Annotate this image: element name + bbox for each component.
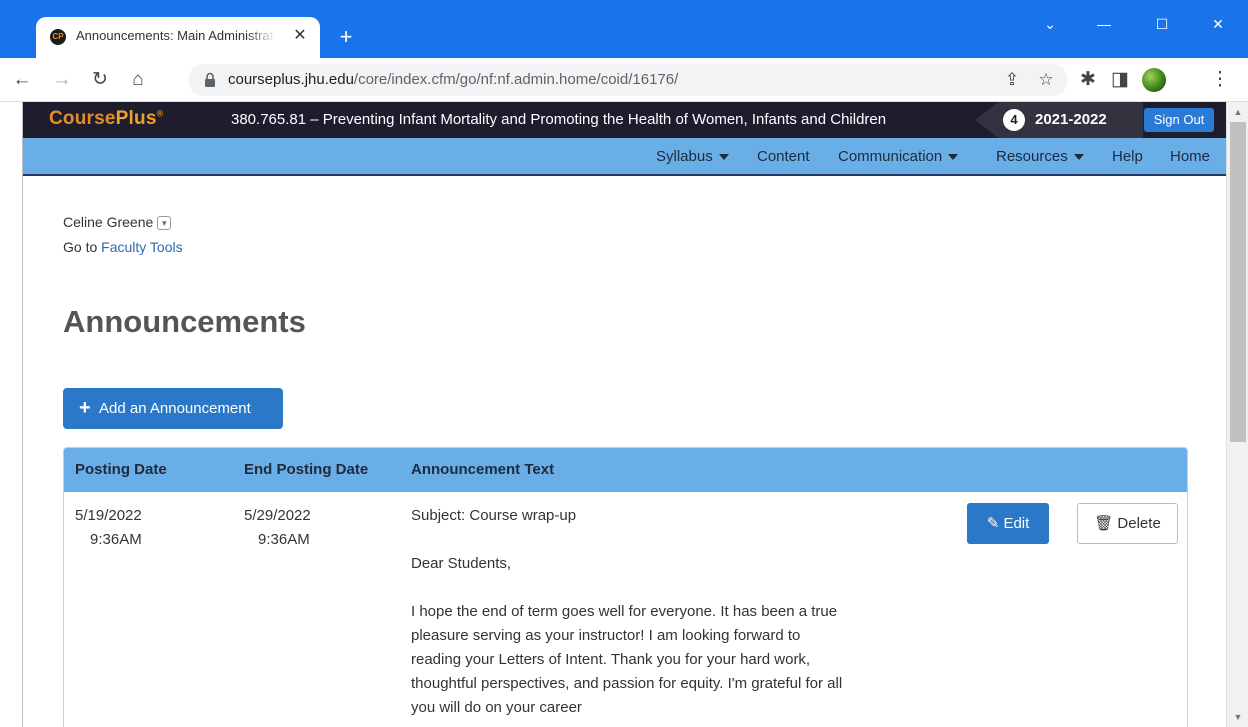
- term-year: 2021-2022: [1035, 111, 1107, 128]
- announcement-greeting: Dear Students,: [411, 555, 512, 572]
- scroll-up-icon[interactable]: ▲: [1227, 104, 1248, 120]
- trash-icon: 🗑: [1094, 515, 1114, 532]
- chevron-down-icon: [948, 154, 959, 161]
- home-icon[interactable]: ⌂: [126, 68, 150, 92]
- user-menu[interactable]: Celine Greene ▾: [63, 214, 172, 231]
- nav-home[interactable]: Home: [1170, 148, 1210, 165]
- side-panel-icon[interactable]: ◨: [1108, 68, 1132, 92]
- reload-icon[interactable]: ↻: [88, 68, 112, 92]
- new-tab-icon[interactable]: +: [334, 26, 358, 50]
- announcement-body: I hope the end of term goes well for eve…: [411, 603, 843, 716]
- nav-content[interactable]: Content: [757, 148, 810, 165]
- posting-time: 9:36AM: [90, 531, 142, 548]
- share-icon[interactable]: ⇪: [1000, 68, 1024, 92]
- course-title: 380.765.81 – Preventing Infant Mortality…: [231, 111, 887, 128]
- minimize-icon[interactable]: —: [1084, 12, 1124, 36]
- goto-line: Go to Faculty Tools: [63, 239, 183, 255]
- announcement-text: Subject: Course wrap-up Dear Students, I…: [411, 504, 851, 727]
- browser-tab[interactable]: CP Announcements: Main Administrat ✕: [36, 17, 320, 58]
- delete-button[interactable]: 🗑 Delete: [1077, 503, 1178, 544]
- announcements-table: Posting Date End Posting Date Announceme…: [63, 447, 1188, 727]
- omnibox[interactable]: courseplus.jhu.edu/core/index.cfm/go/nf:…: [188, 64, 1068, 96]
- site-header: CoursePlus® 380.765.81 – Preventing Infa…: [23, 102, 1226, 138]
- sign-out-button[interactable]: Sign Out: [1144, 108, 1214, 132]
- scrollbar-thumb[interactable]: [1230, 122, 1246, 442]
- term-number: 4: [1003, 109, 1025, 131]
- posting-date: 5/19/2022: [75, 507, 142, 524]
- tab-close-icon[interactable]: ✕: [290, 26, 310, 46]
- header-announcement-text: Announcement Text: [411, 461, 555, 478]
- close-window-icon[interactable]: ✕: [1198, 12, 1238, 36]
- extensions-icon[interactable]: ✱: [1076, 68, 1100, 92]
- address-bar: ← → ↻ ⌂ courseplus.jhu.edu/core/index.cf…: [0, 58, 1248, 102]
- browser-window: CP Announcements: Main Administrat ✕ + ⌄…: [0, 0, 1248, 727]
- menu-kebab-icon[interactable]: ⋮: [1208, 68, 1232, 92]
- table-header: Posting Date End Posting Date Announceme…: [64, 448, 1187, 492]
- nav-help[interactable]: Help: [1112, 148, 1143, 165]
- tab-bar: CP Announcements: Main Administrat ✕ + ⌄…: [0, 0, 1248, 58]
- page-title: Announcements: [63, 304, 306, 339]
- header-end-posting-date: End Posting Date: [244, 461, 369, 478]
- lock-icon: [205, 72, 215, 87]
- page-viewport: CoursePlus® 380.765.81 – Preventing Infa…: [22, 102, 1226, 727]
- courseplus-logo[interactable]: CoursePlus®: [49, 108, 163, 130]
- tab-title: Announcements: Main Administrat: [76, 28, 274, 43]
- profile-avatar-icon[interactable]: [1142, 68, 1166, 92]
- favicon-icon: CP: [50, 29, 66, 45]
- end-date: 5/29/2022: [244, 507, 311, 524]
- nav-syllabus[interactable]: Syllabus: [656, 148, 729, 165]
- back-icon[interactable]: ←: [10, 68, 34, 92]
- chevron-down-icon: [718, 154, 729, 161]
- tab-search-icon[interactable]: ⌄: [1030, 12, 1070, 36]
- header-posting-date: Posting Date: [75, 461, 167, 478]
- pencil-icon: ✎: [986, 515, 1000, 532]
- plus-icon: +: [79, 397, 91, 419]
- course-nav: Syllabus Content Communication Resources…: [23, 138, 1226, 176]
- edit-button[interactable]: ✎ Edit: [967, 503, 1049, 544]
- chevron-down-icon: [1073, 154, 1084, 161]
- forward-icon[interactable]: →: [50, 68, 74, 92]
- end-time: 9:36AM: [258, 531, 310, 548]
- scroll-down-icon[interactable]: ▼: [1227, 709, 1248, 725]
- nav-communication[interactable]: Communication: [838, 148, 959, 165]
- url-text[interactable]: courseplus.jhu.edu/core/index.cfm/go/nf:…: [228, 71, 678, 88]
- maximize-icon[interactable]: ☐: [1142, 12, 1182, 36]
- faculty-tools-link[interactable]: Faculty Tools: [101, 239, 182, 255]
- add-announcement-button[interactable]: + Add an Announcement: [63, 388, 283, 429]
- bookmark-star-icon[interactable]: ☆: [1034, 68, 1058, 92]
- nav-resources[interactable]: Resources: [996, 148, 1084, 165]
- page-scrollbar[interactable]: ▲ ▼: [1226, 102, 1248, 727]
- chevron-down-icon[interactable]: ▾: [157, 216, 172, 231]
- announcement-subject: Subject: Course wrap-up: [411, 507, 577, 524]
